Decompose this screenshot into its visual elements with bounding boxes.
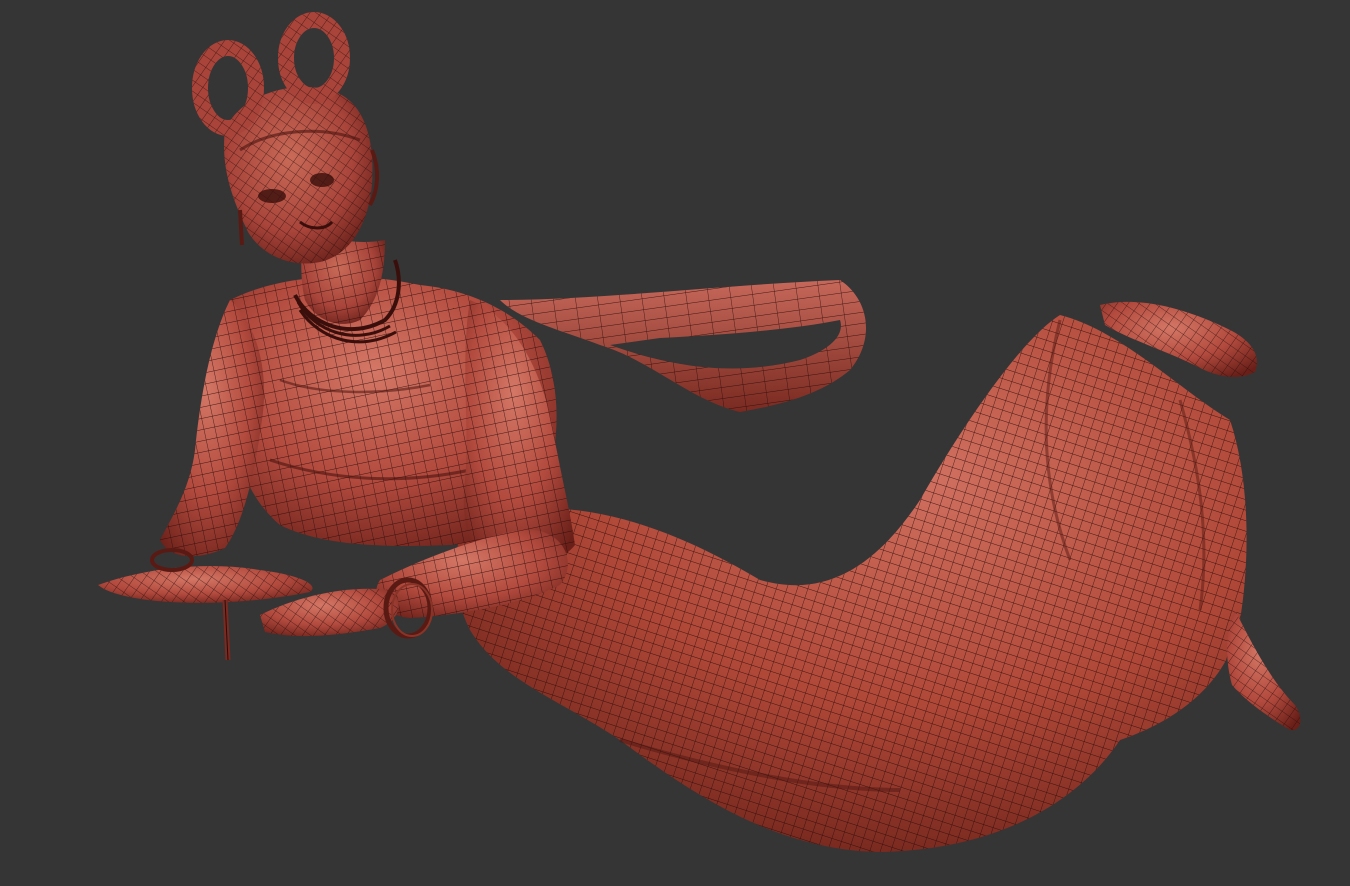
skirt-mesh[interactable]	[455, 315, 1247, 852]
sculpt-model-render[interactable]	[0, 0, 1350, 886]
3d-viewport[interactable]	[0, 0, 1350, 886]
hair-bun-right-mesh[interactable]	[278, 12, 350, 104]
hair-bun-left-mesh[interactable]	[192, 40, 264, 136]
left-arm-mesh[interactable]	[160, 300, 265, 557]
